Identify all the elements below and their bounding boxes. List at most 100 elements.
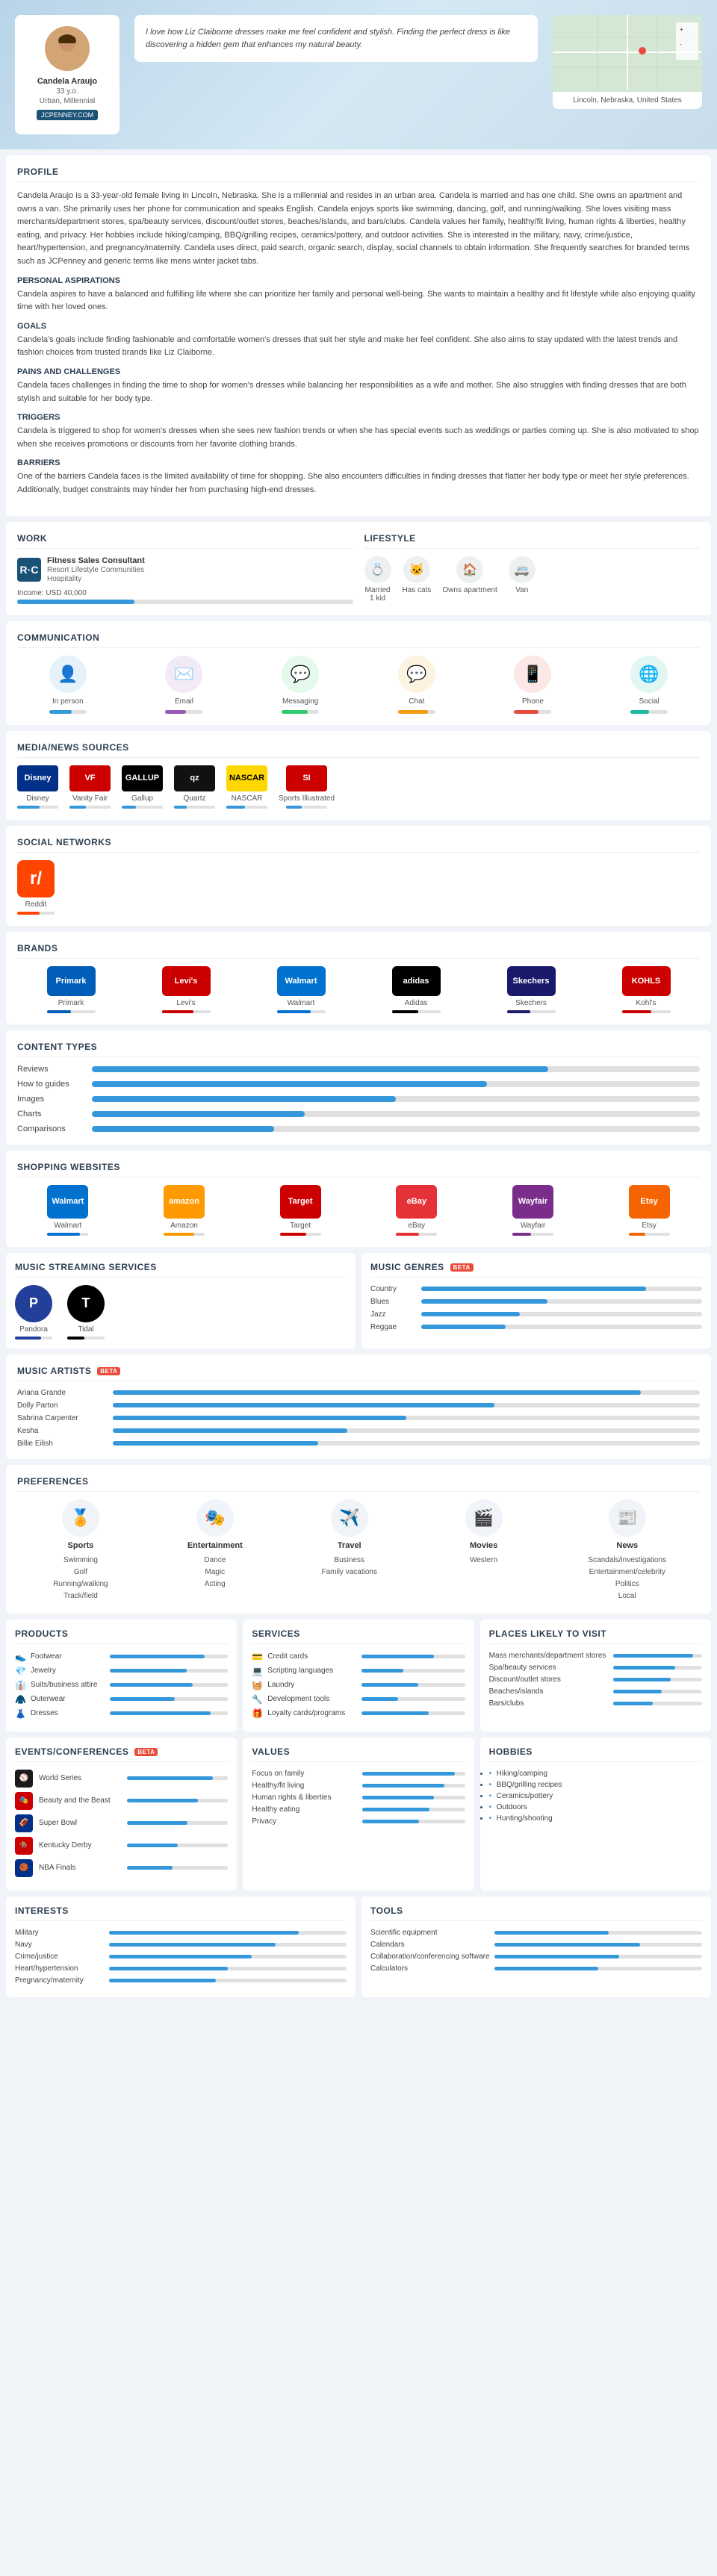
brand-name: Adidas [405,999,428,1007]
service-item: 🧺 Laundry [252,1680,465,1690]
tool-label: Collaboration/conferencing software [370,1953,490,1961]
interests-title: INTERESTS [15,1905,347,1921]
media-bar [69,806,111,809]
event-label: NBA Finals [39,1864,121,1872]
brand-item-skechers: Skechers Skechers [505,966,557,1013]
genre-label: Reggae [370,1323,415,1331]
product-label: Footwear [31,1652,105,1661]
pref-icon: 🎭 [196,1499,234,1537]
shopping-title: SHOPPING WEBSITES [17,1162,700,1177]
service-label: Loyalty cards/programs [267,1709,357,1717]
content-bar [92,1081,700,1087]
stream-item-pandora: P Pandora [15,1285,52,1340]
tool-label: Calendars [370,1941,490,1949]
interests-col: INTERESTS Military Navy Crime/justice He… [6,1897,356,1997]
profile-website[interactable]: JCPENNEY.COM [37,110,98,120]
event-bar [127,1866,228,1870]
social-section: SOCIAL NETWORKS r/ Reddit [6,826,711,926]
interest-label: Pregnancy/maternity [15,1976,105,1985]
place-bar [613,1690,702,1693]
interest-label: Military [15,1929,105,1937]
genre-label: Jazz [370,1310,415,1319]
place-item: Mass merchants/department stores [489,1652,702,1660]
product-item: 👗 Dresses [15,1708,228,1719]
comm-item-in-person: 👤 In person [49,656,87,714]
content-item: Charts [17,1110,700,1119]
aspirations-text: Candela aspires to have a balanced and f… [17,288,700,314]
artist-bar [113,1441,700,1446]
brand-name: Walmart [288,999,315,1007]
product-icon: 🧥 [15,1694,26,1705]
product-label: Dresses [31,1709,105,1717]
married-icon: 💍 [364,556,391,583]
media-name: Quartz [183,794,205,803]
comm-title: COMMUNICATION [17,632,700,648]
brand-logo: Levi's [162,966,211,996]
genre-item: Country [370,1285,702,1293]
triggers-title: TRIGGERS [17,413,700,422]
media-title: MEDIA/NEWS SOURCES [17,742,700,758]
media-name: Sports Illustrated [279,794,335,803]
stream-name: Tidal [78,1325,93,1334]
value-label: Healthy/fit living [252,1782,356,1790]
media-section: MEDIA/NEWS SOURCES Disney Disney VF Vani… [6,731,711,820]
artist-bar [113,1403,700,1407]
brand-bar [162,1010,211,1013]
artist-label: Dolly Parton [17,1401,107,1410]
profile-name: Candela Araujo [26,77,108,86]
shop-item-walmart: Walmart Walmart [47,1185,88,1236]
genre-item: Jazz [370,1310,702,1319]
svg-text:-: - [680,41,682,48]
pains-text: Candela faces challenges in finding the … [17,379,700,405]
event-item: 🎭 Beauty and the Beast [15,1792,228,1810]
event-bar [127,1776,228,1780]
brand-logo: KOHLS [622,966,671,996]
stream-logo: T [67,1285,105,1322]
profile-title: PROFILE [17,167,700,182]
streaming-section: MUSIC STREAMING SERVICES P Pandora T Tid… [6,1253,356,1348]
service-bar [361,1711,465,1715]
lifestyle-box: LIFESTYLE 💍 Married1 kid 🐱 Has cats 🏠 Ow… [364,533,701,604]
shop-logo: Target [280,1185,321,1219]
events-title: EVENTS/CONFERENCES BETA [15,1746,228,1762]
event-item: 🏀 NBA Finals [15,1859,228,1877]
tool-item: Calculators [370,1964,702,1973]
map-box: + - Lincoln, Nebraska, United States [553,15,702,109]
media-logo: NASCAR [226,765,267,791]
goals-title: GOALS [17,322,700,331]
shop-logo: Wayfair [512,1185,553,1219]
pref-icon: 📰 [609,1499,646,1537]
hobbies-title: HOBBIES [489,1746,702,1762]
brands-title: BRANDS [17,943,700,959]
preferences-section: PREFERENCES 🏅 Sports SwimmingGolfRunning… [6,1465,711,1614]
artist-item: Billie Eilish [17,1440,700,1448]
stream-logo: P [15,1285,52,1322]
interest-label: Navy [15,1941,105,1949]
media-bar [174,806,215,809]
pref-cat: Movies [470,1541,497,1550]
event-badge: 🎭 [15,1792,33,1810]
tool-item: Calendars [370,1941,702,1949]
service-icon: 💻 [252,1666,263,1676]
service-item: 🔧 Development tools [252,1694,465,1705]
comm-item-phone: 📱 Phone [514,656,551,714]
place-label: Spa/beauty services [489,1664,609,1672]
lifestyle-cats: 🐱 Has cats [403,556,432,603]
shop-bar [512,1233,553,1236]
comm-bar [630,710,668,714]
media-logo: VF [69,765,111,791]
place-bar [613,1702,702,1705]
media-bar [122,806,163,809]
media-item-vanity-fair: VF Vanity Fair [69,765,111,809]
shop-name: Wayfair [521,1222,546,1230]
shop-logo: Etsy [629,1185,670,1219]
places-col: PLACES LIKELY TO VISIT Mass merchants/de… [480,1620,711,1732]
event-bar [127,1799,228,1802]
product-item: 👔 Suits/business attire [15,1680,228,1690]
media-name: Vanity Fair [72,794,108,803]
streaming-title: MUSIC STREAMING SERVICES [15,1262,347,1278]
product-bar [110,1711,228,1715]
work-box: WORK R·C Fitness Sales Consultant Resort… [17,533,353,604]
shop-bar [164,1233,205,1236]
pref-item-travel: ✈️ Travel BusinessFamily vacations [320,1499,379,1602]
